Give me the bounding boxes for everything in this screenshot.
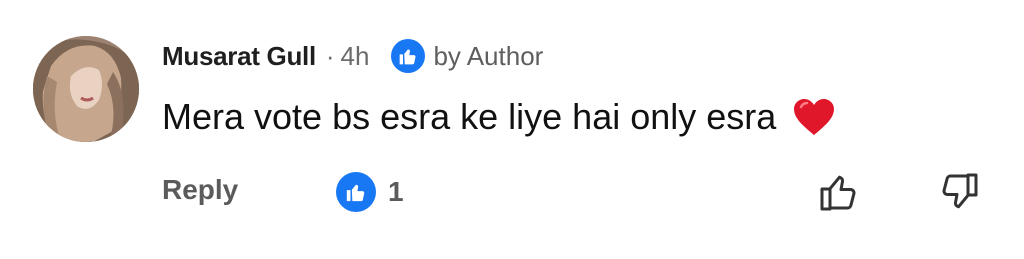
author-name[interactable]: Musarat Gull — [162, 41, 316, 72]
timestamp: 4h — [340, 40, 370, 71]
like-count[interactable]: 1 — [336, 172, 404, 212]
comment-actions: Reply 1 — [162, 170, 982, 214]
like-button[interactable] — [817, 170, 861, 214]
separator-dot: · — [325, 40, 335, 71]
dislike-button[interactable] — [937, 170, 981, 214]
comment-body: Mera vote bs esra ke liye hai only esra — [162, 96, 836, 138]
comment-text: Mera vote bs esra ke liye hai only esra — [162, 96, 777, 137]
liked-by-label: by Author — [433, 40, 544, 71]
reply-button[interactable]: Reply — [162, 174, 238, 206]
thumbs-down-outline-icon — [942, 173, 978, 209]
like-count-number: 1 — [388, 176, 404, 207]
thumbs-up-icon — [391, 39, 426, 73]
thumbs-up-outline-icon — [820, 175, 856, 211]
liked-by-author-badge: by Author — [391, 39, 543, 73]
thumbs-up-icon — [336, 172, 376, 212]
avatar[interactable] — [33, 36, 139, 142]
avatar-image — [33, 36, 139, 142]
comment: Musarat Gull · 4h by Author Mera vote bs… — [0, 0, 1024, 259]
heart-emoji-icon — [792, 97, 836, 137]
comment-header: Musarat Gull · 4h by Author — [162, 38, 543, 74]
